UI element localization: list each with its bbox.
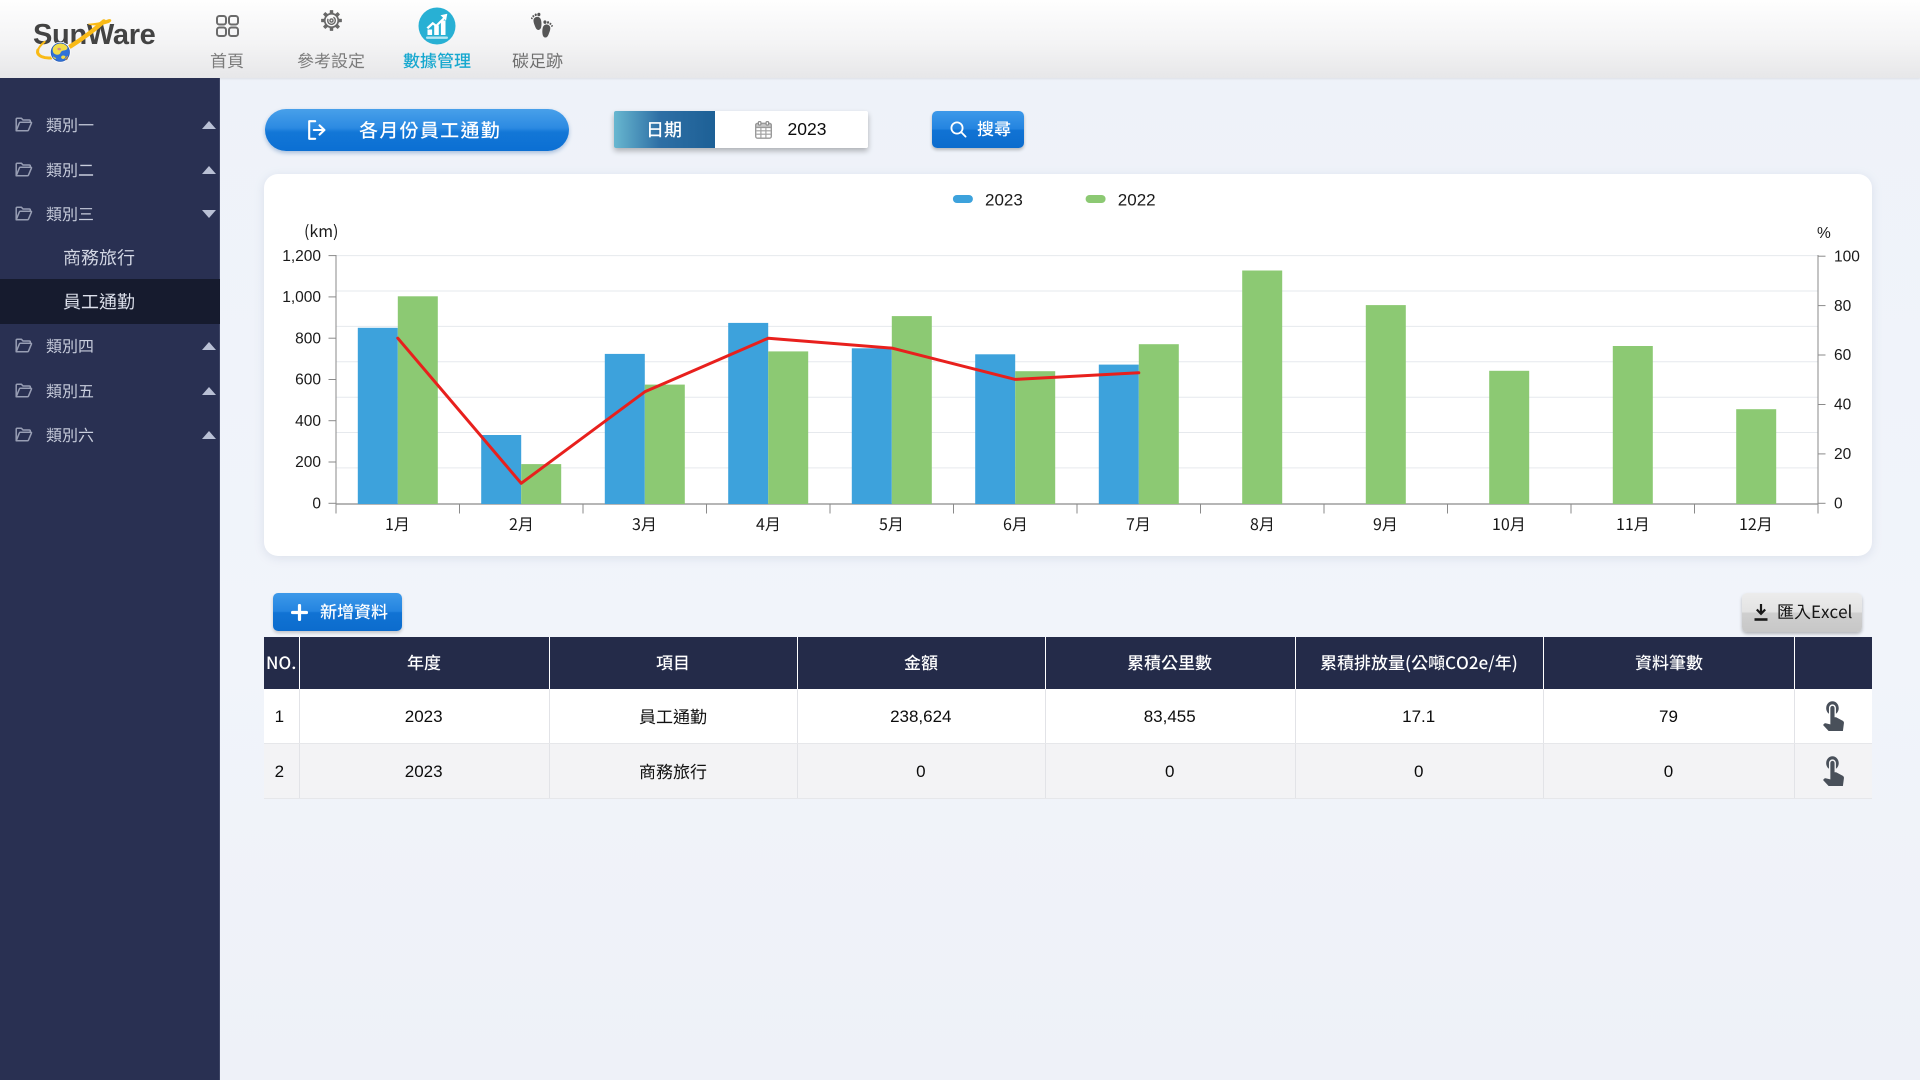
svg-text:40: 40: [1834, 397, 1852, 414]
svg-text:100: 100: [1834, 248, 1860, 265]
svg-text:2023: 2023: [985, 191, 1023, 210]
svg-text:800: 800: [295, 330, 321, 347]
svg-text:20: 20: [1834, 446, 1852, 463]
svg-text:0: 0: [312, 496, 321, 513]
svg-text:%: %: [1817, 225, 1831, 242]
svg-text:80: 80: [1834, 298, 1852, 315]
svg-text:1,000: 1,000: [282, 289, 321, 306]
svg-text:0: 0: [1834, 496, 1843, 513]
svg-text:200: 200: [295, 454, 321, 471]
svg-text:400: 400: [295, 413, 321, 430]
svg-text:600: 600: [295, 372, 321, 389]
svg-text:2022: 2022: [1118, 191, 1156, 210]
svg-text:1,200: 1,200: [282, 248, 321, 265]
svg-text:60: 60: [1834, 347, 1852, 364]
